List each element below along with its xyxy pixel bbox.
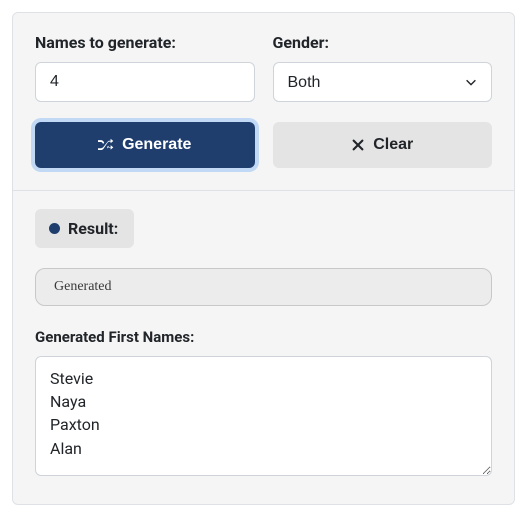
output-label: Generated First Names: [35,328,492,346]
generate-label: Generate [122,136,191,154]
generate-button[interactable]: Generate [35,122,255,168]
gender-field: Gender: Both [273,33,493,102]
status-pill: Generated [35,268,492,306]
clear-button[interactable]: Clear [273,122,493,168]
generator-card: Names to generate: Gender: Both [12,12,515,505]
form-section: Names to generate: Gender: Both [13,13,514,190]
names-field: Names to generate: [35,33,255,102]
names-label: Names to generate: [35,33,255,52]
dot-icon [49,223,60,234]
result-chip-label: Result: [68,219,118,238]
gender-select[interactable]: Both [273,62,493,102]
close-icon [351,138,365,152]
names-input[interactable] [35,62,255,102]
clear-label: Clear [373,136,413,154]
shuffle-icon [98,137,114,153]
result-section: Result: Generated Generated First Names: [13,191,514,504]
gender-label: Gender: [273,33,493,52]
result-chip: Result: [35,209,134,248]
output-textarea[interactable] [35,356,492,476]
